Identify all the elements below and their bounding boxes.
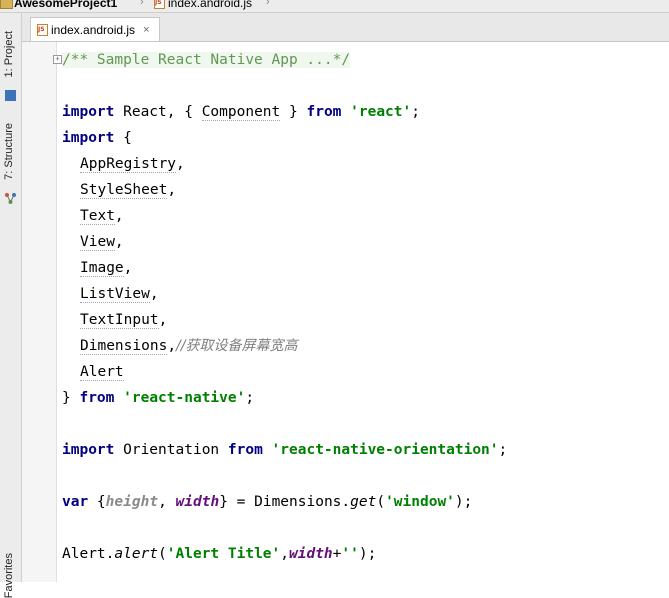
code-text: } = Dimensions. xyxy=(219,494,351,510)
keyword: import xyxy=(62,104,115,120)
chevron-right-icon: › xyxy=(266,0,270,8)
code-text: , xyxy=(158,312,168,328)
identifier: TextInput xyxy=(80,312,159,329)
code-text: , xyxy=(176,156,185,172)
code-text: ); xyxy=(454,494,473,510)
code-line: import { xyxy=(62,125,132,151)
identifier: Alert xyxy=(80,364,124,381)
close-icon[interactable]: × xyxy=(143,24,149,36)
variable: width xyxy=(289,546,333,562)
string-literal: 'react-native-orientation' xyxy=(271,442,499,458)
keyword: import xyxy=(62,442,115,458)
editor-tab[interactable]: index.android.js × xyxy=(30,17,160,41)
code-line: ListView, xyxy=(80,281,159,307)
code-text: ; xyxy=(498,442,508,458)
code-text: ( xyxy=(376,494,386,510)
string-literal: '' xyxy=(341,546,359,562)
identifier: Component xyxy=(201,104,281,121)
code-text: , xyxy=(149,286,159,302)
code-line: Alert.alert('Alert Title',width+''); xyxy=(62,541,376,567)
breadcrumb-file-label: index.android.js xyxy=(168,0,253,10)
keyword: var xyxy=(62,494,89,510)
navigation-breadcrumb: AwesomeProject1 › index.android.js › xyxy=(0,0,669,13)
string-literal: 'Alert Title' xyxy=(166,546,281,562)
js-file-icon xyxy=(37,23,48,36)
method-call: get xyxy=(350,494,377,510)
tool-window-strip: 1: Project 7: Structure Favorites xyxy=(0,13,22,598)
identifier: AppRegistry xyxy=(80,156,177,173)
identifier: StyleSheet xyxy=(80,182,168,199)
code-text: ( xyxy=(158,546,167,562)
chevron-right-icon: › xyxy=(140,0,144,8)
code-line: StyleSheet, xyxy=(80,177,176,203)
keyword: from xyxy=(79,390,115,406)
string-literal: 'react' xyxy=(350,104,412,120)
variable: width xyxy=(175,494,220,510)
editor-gutter xyxy=(22,42,57,582)
code-line: var {height, width} = Dimensions.get('wi… xyxy=(62,489,472,515)
code-text: Alert. xyxy=(62,546,115,562)
js-file-icon xyxy=(154,0,165,9)
identifier: Text xyxy=(80,208,115,225)
breadcrumb-project[interactable]: AwesomeProject1 xyxy=(14,0,117,10)
code-text: , xyxy=(167,182,177,198)
editor-tab-bar: index.android.js × xyxy=(22,13,669,42)
doc-comment: /** Sample React Native App ...*/ xyxy=(62,52,351,68)
identifier: Dimensions xyxy=(80,338,168,355)
structure-icon xyxy=(5,191,16,204)
code-line: import Orientation from 'react-native-or… xyxy=(62,437,507,463)
unused-variable: height xyxy=(105,494,159,510)
code-line: View, xyxy=(80,229,124,255)
code-text: } xyxy=(280,104,307,120)
code-line: Text, xyxy=(80,203,124,229)
keyword: import xyxy=(62,130,115,146)
code-text: { xyxy=(88,494,106,510)
code-line: } from 'react-native'; xyxy=(62,385,254,411)
code-text: ; xyxy=(411,104,420,120)
code-line: Alert xyxy=(80,359,124,385)
code-text: } xyxy=(62,390,80,406)
folder-icon xyxy=(0,0,13,9)
code-text: , xyxy=(158,494,176,510)
code-line: import React, { Component } from 'react'… xyxy=(62,99,420,125)
fold-marker-icon[interactable]: + xyxy=(53,55,62,64)
identifier: ListView xyxy=(80,286,150,303)
string-literal: 'window' xyxy=(385,494,455,510)
identifier: View xyxy=(80,234,115,251)
structure-tool-tab[interactable]: 7: Structure xyxy=(3,123,15,180)
code-text: ; xyxy=(245,390,255,406)
code-text: { xyxy=(114,130,132,146)
code-text: ); xyxy=(358,546,377,562)
keyword: from xyxy=(227,442,263,458)
project-tool-tab[interactable]: 1: Project xyxy=(3,31,15,77)
project-icon xyxy=(5,90,16,101)
line-comment: //获取设备屏幕宽高 xyxy=(176,338,298,354)
keyword: from xyxy=(306,104,342,120)
identifier: Image xyxy=(80,260,124,277)
code-line: /** Sample React Native App ...*/ xyxy=(62,47,351,73)
code-line: Image, xyxy=(80,255,132,281)
code-text: , xyxy=(114,234,124,250)
favorites-tool-tab[interactable]: Favorites xyxy=(3,553,15,598)
code-text: , xyxy=(114,208,124,224)
string-literal: 'react-native' xyxy=(123,390,246,406)
code-line: TextInput, xyxy=(80,307,167,333)
code-line: AppRegistry, xyxy=(80,151,185,177)
method-call: alert xyxy=(114,546,159,562)
code-text: Orientation xyxy=(114,442,228,458)
code-line: Dimensions,//获取设备屏幕宽高 xyxy=(80,333,297,359)
code-text: , xyxy=(280,546,290,562)
editor-tab-label: index.android.js xyxy=(51,22,136,37)
code-text: , xyxy=(167,338,177,354)
code-text: React, { xyxy=(114,104,202,120)
breadcrumb-file[interactable]: index.android.js xyxy=(154,0,252,10)
code-text: , xyxy=(123,260,133,276)
